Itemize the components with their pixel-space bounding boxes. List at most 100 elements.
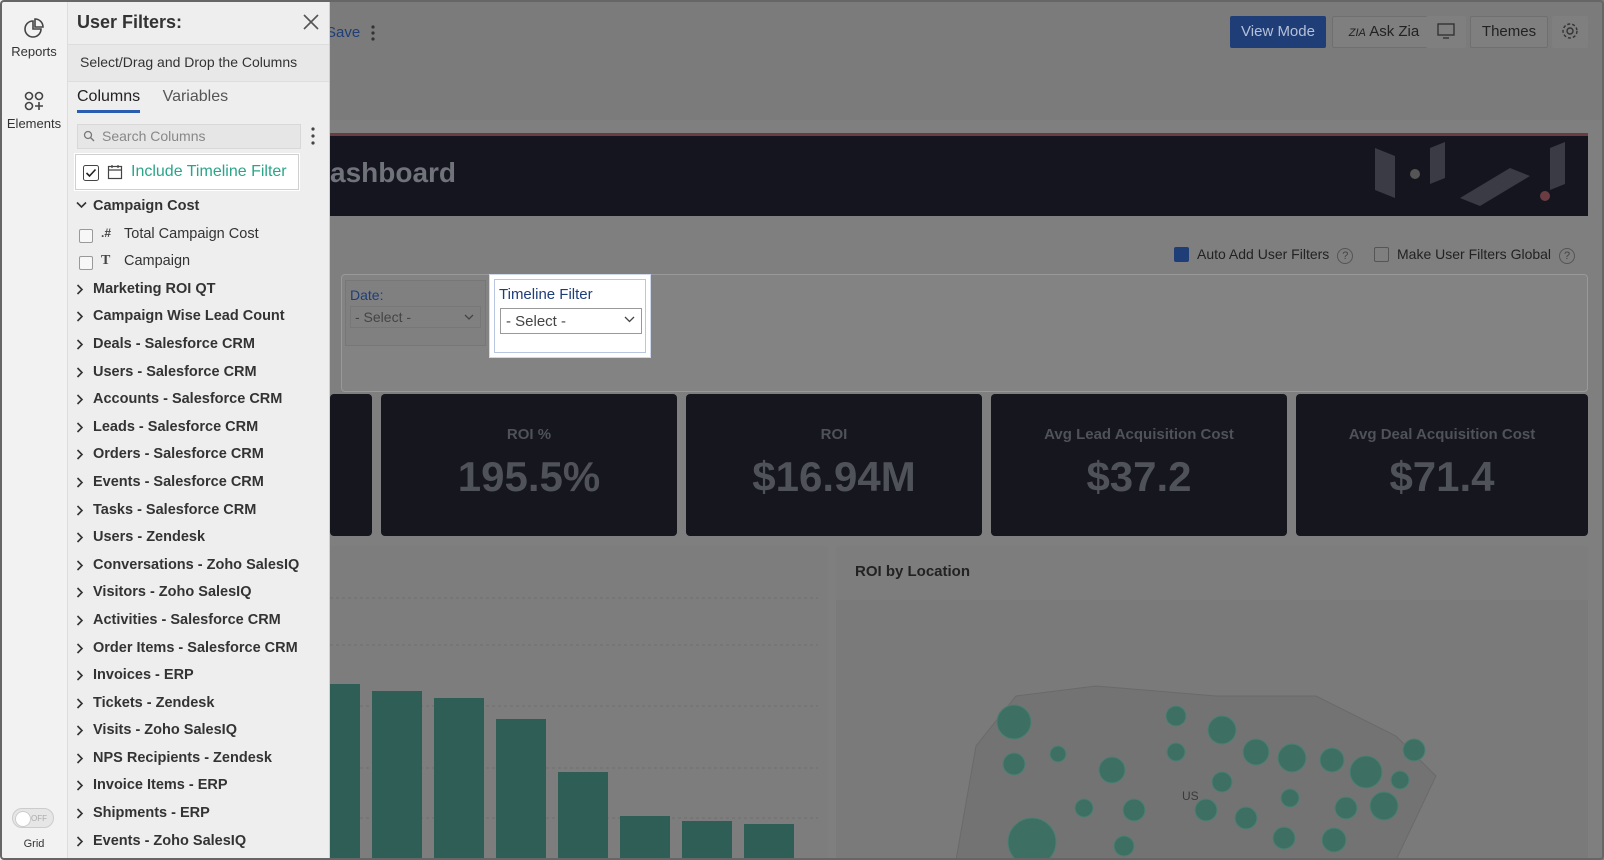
grid-toggle[interactable]: OFF (12, 808, 54, 828)
group-label: Order Items - Salesforce CRM (93, 639, 298, 656)
auto-add-option[interactable]: Auto Add User Filters? (1174, 246, 1354, 264)
checkbox-checked-icon[interactable] (83, 165, 99, 181)
tree-group[interactable]: Orders - Salesforce CRM (68, 441, 329, 469)
map-bubble (1234, 806, 1258, 830)
map-bubble (1166, 742, 1186, 762)
themes-button[interactable]: Themes (1470, 16, 1548, 48)
bar (372, 691, 422, 860)
tree-group[interactable]: Conversations - Zoho SalesIQ (68, 552, 329, 580)
search-input[interactable]: Search Columns (77, 124, 301, 149)
settings-button[interactable] (1552, 16, 1588, 48)
group-label: Leads - Salesforce CRM (93, 418, 259, 435)
group-campaign-cost[interactable]: Campaign Cost (68, 193, 329, 221)
chevron-right-icon (76, 560, 84, 571)
group-label: Campaign Cost (93, 198, 200, 214)
column-item[interactable]: T Campaign (68, 248, 329, 276)
tab-variables[interactable]: Variables (163, 88, 229, 110)
map-bubble (1098, 756, 1126, 784)
help-icon[interactable]: ? (1559, 248, 1576, 264)
map-bubble (1349, 755, 1383, 789)
make-global-checkbox[interactable] (1374, 247, 1389, 262)
tree-group[interactable]: Marketing ROI QT (68, 276, 329, 304)
include-timeline-filter[interactable]: Include Timeline Filter (75, 154, 299, 190)
bar (558, 772, 608, 860)
kpi-card: ROI $16.94M (686, 394, 982, 536)
map-bubble (1242, 738, 1270, 766)
column-checkbox[interactable] (79, 228, 93, 243)
chevron-right-icon (76, 504, 84, 516)
tree-group[interactable]: NPS Recipients - Zendesk (68, 745, 329, 773)
tree-group[interactable]: Shipments - ERP (68, 800, 329, 828)
more-options-icon[interactable] (310, 126, 316, 146)
tree-group[interactable]: Users - Salesforce CRM (68, 359, 329, 387)
chevron-right-icon (76, 311, 84, 322)
map-widget: US (836, 546, 1588, 860)
help-icon[interactable]: ? (1337, 248, 1354, 264)
tab-columns[interactable]: Columns (77, 88, 141, 113)
kpi-title: ROI (820, 426, 848, 443)
chevron-right-icon (76, 532, 84, 543)
auto-add-checkbox[interactable] (1174, 247, 1189, 262)
presentation-button[interactable] (1426, 16, 1466, 48)
tree-group[interactable]: Tasks - Salesforce CRM (68, 497, 329, 525)
rail-elements[interactable]: Elements (0, 90, 68, 131)
rail-reports[interactable]: Reports (0, 18, 68, 59)
tree-group[interactable]: Events - Zoho SalesIQ (68, 828, 329, 856)
tree-group[interactable]: Invoice Items - ERP (68, 772, 329, 800)
map-bubble (1207, 715, 1237, 745)
bar (330, 684, 360, 860)
map-bubble (1319, 747, 1345, 773)
chevron-down-icon (464, 314, 474, 320)
chevron-right-icon (76, 477, 84, 488)
column-label: Campaign (124, 253, 191, 270)
bar-chart-widget (330, 546, 828, 860)
make-global-option[interactable]: Make User Filters Global? (1374, 246, 1576, 264)
ask-zia-button[interactable]: ZIA Ask Zia (1332, 16, 1436, 48)
monitor-icon (1437, 23, 1455, 39)
tree-group[interactable]: Events - Salesforce CRM (68, 469, 329, 497)
grid-label: Grid (23, 838, 45, 850)
map-bubble (1390, 770, 1410, 790)
user-filters-panel: User Filters: Select/Drag and Drop the C… (68, 0, 330, 860)
tree-group[interactable]: Invoices - ERP (68, 662, 329, 690)
tree-group[interactable]: Tickets - Zendesk (68, 690, 329, 718)
close-icon[interactable] (301, 12, 321, 32)
view-mode-button[interactable]: View Mode (1230, 16, 1326, 48)
group-label: Visitors - Zoho SalesIQ (93, 584, 252, 601)
tree-group[interactable]: Deals - Salesforce CRM (68, 331, 329, 359)
map-bubble (1280, 788, 1300, 808)
group-label: Accounts - Salesforce CRM (93, 391, 283, 408)
save-link[interactable]: Save (326, 24, 360, 41)
more-options-icon[interactable] (370, 24, 376, 42)
chevron-right-icon (76, 587, 84, 598)
map-bubble (1049, 745, 1067, 763)
map-title: ROI by Location (855, 563, 971, 580)
tree-group[interactable]: Leads - Salesforce CRM (68, 414, 329, 442)
group-label: Invoices - ERP (93, 667, 194, 684)
date-filter-card[interactable]: Date: - Select - (345, 280, 486, 346)
timeline-filter-value: - Select - (506, 313, 567, 330)
group-label: Tickets - Zendesk (93, 694, 215, 711)
chevron-right-icon (76, 698, 84, 709)
tree-group[interactable]: Visitors - Zoho SalesIQ (68, 579, 329, 607)
tree-group[interactable]: Accounts - Salesforce CRM (68, 386, 329, 414)
column-item[interactable]: .# Total Campaign Cost (68, 221, 329, 249)
timeline-filter-card[interactable]: Timeline Filter - Select - (490, 275, 650, 357)
map-bubble (1122, 798, 1146, 822)
bar (744, 824, 794, 860)
group-label: Events - Zoho SalesIQ (93, 832, 247, 849)
group-label: Events - Salesforce CRM (93, 473, 264, 490)
tree-group[interactable]: Order Items - Salesforce CRM (68, 635, 329, 663)
tree-group[interactable]: Visits - Zoho SalesIQ (68, 717, 329, 745)
date-filter-select[interactable]: - Select - (350, 306, 481, 328)
tree-group[interactable]: Activities - Salesforce CRM (68, 607, 329, 635)
column-tree: Campaign Cost .# Total Campaign Cost T C… (68, 193, 329, 856)
rail-elements-label: Elements (6, 116, 62, 131)
tree-group[interactable]: Campaign Wise Lead Count (68, 303, 329, 331)
pie-chart-icon (24, 18, 44, 38)
date-filter-value: - Select - (355, 309, 412, 325)
timeline-filter-select[interactable]: - Select - (500, 308, 642, 334)
column-checkbox[interactable] (79, 256, 93, 271)
group-label: Invoice Items - ERP (93, 777, 228, 794)
tree-group[interactable]: Users - Zendesk (68, 524, 329, 552)
